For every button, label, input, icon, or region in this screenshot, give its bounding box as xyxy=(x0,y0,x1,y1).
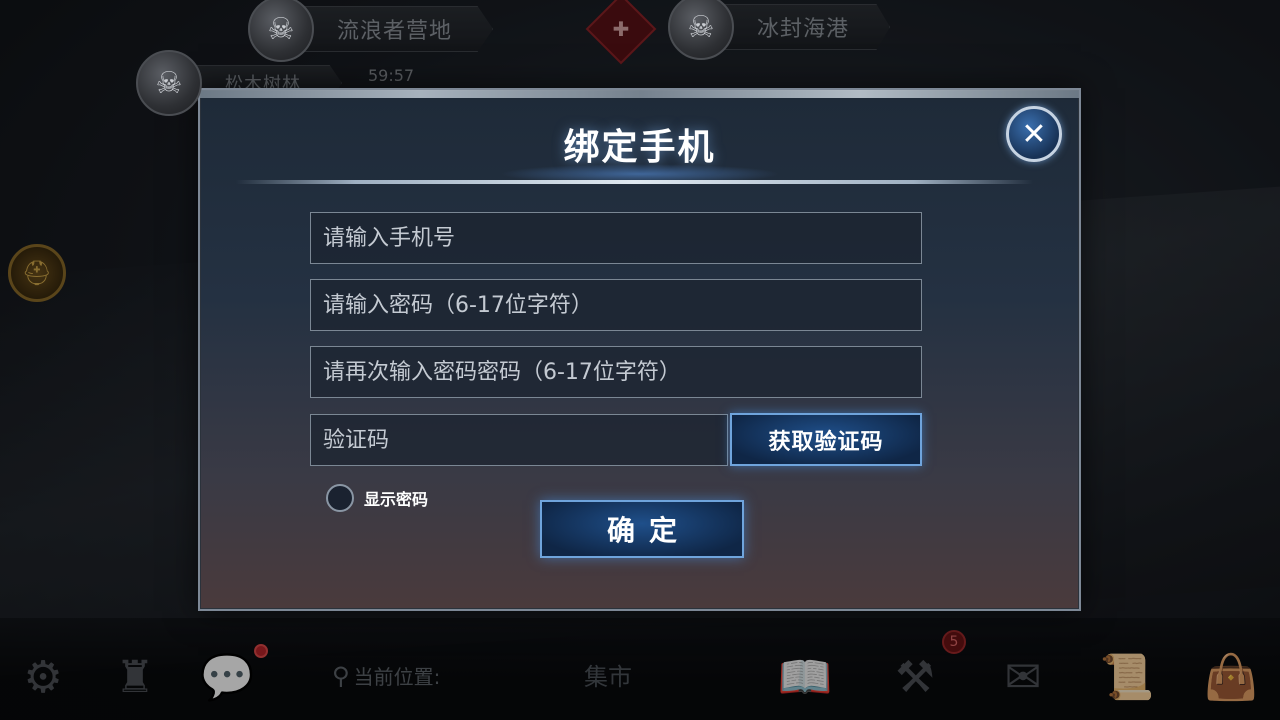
phone-input[interactable] xyxy=(310,212,922,264)
confirm-button[interactable]: 确定 xyxy=(540,500,744,558)
skull-horned-icon: ☠ xyxy=(136,50,202,116)
password-input[interactable] xyxy=(310,279,922,331)
confirm-password-input[interactable] xyxy=(310,346,922,398)
close-icon: ✕ xyxy=(1021,116,1047,152)
dialog-frost-edge xyxy=(200,90,1079,98)
show-password-toggle[interactable]: 显示密码 xyxy=(326,484,428,512)
show-password-radio[interactable] xyxy=(326,484,354,512)
title-divider xyxy=(236,180,1033,184)
dialog-title: 绑定手机 xyxy=(563,127,716,168)
bind-phone-dialog: 绑定手机 ✕ 获取验证码 显示密码 确定 xyxy=(198,88,1081,611)
close-button[interactable]: ✕ xyxy=(1006,106,1062,162)
verification-code-input[interactable] xyxy=(310,414,728,466)
show-password-label: 显示密码 xyxy=(364,490,429,509)
get-code-button[interactable]: 获取验证码 xyxy=(730,413,922,466)
